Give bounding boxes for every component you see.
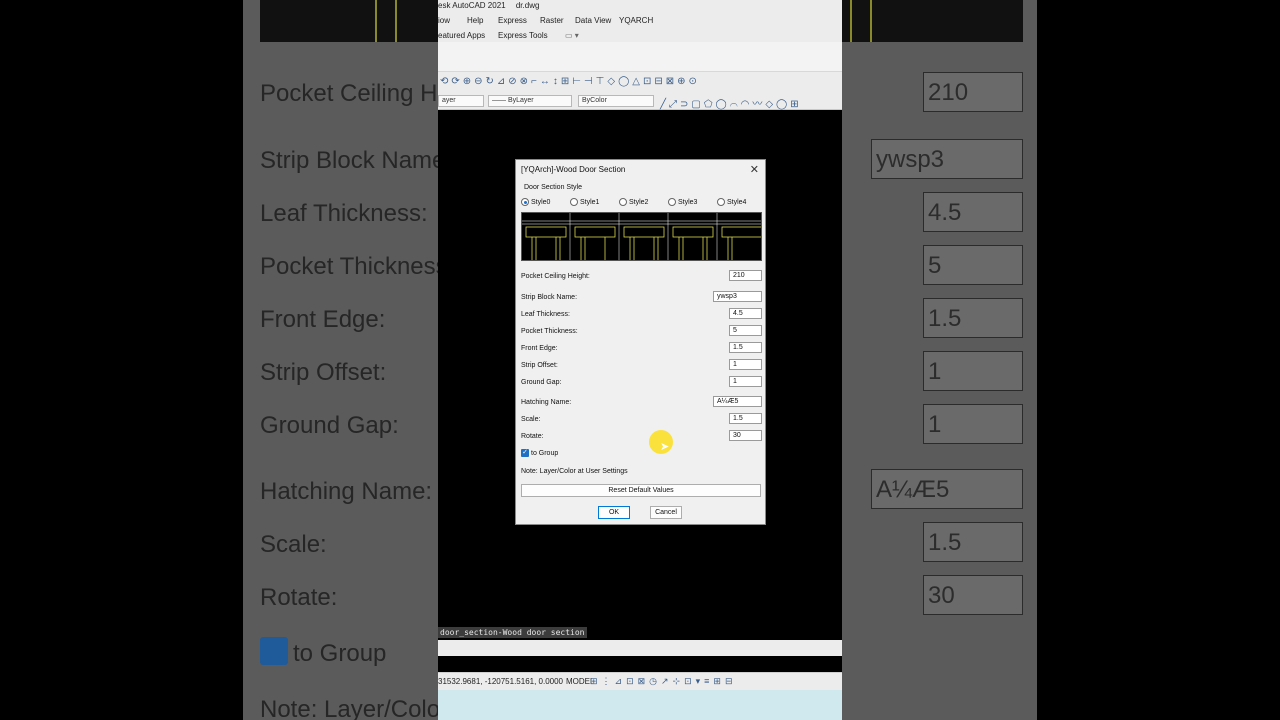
door-section-style-label: Door Section Style — [524, 184, 582, 191]
bg-checkbox — [260, 637, 288, 665]
pocket-ceiling-height-input[interactable]: 210 — [729, 270, 762, 281]
pocket-thickness-label: Pocket Thickness: — [521, 328, 578, 335]
style-preview-image — [521, 212, 762, 261]
strip-offset-input[interactable]: 1 — [729, 359, 762, 370]
menu-raster[interactable]: Raster — [540, 16, 564, 25]
bg-label: Leaf Thickness: — [260, 200, 428, 227]
ribbon-tabs: eatured Apps Express Tools ▭ ▾ — [438, 28, 842, 42]
draw-toolbar: ⟲⟳⊕⊖↻⊿⊘⊗⌐↔↕⊞⊢⊣⊤◇◯△⊡⊟⊠⊕⊙ — [438, 72, 842, 92]
cancel-button[interactable]: Cancel — [650, 506, 682, 519]
dialog-title: [YQArch]-Wood Door Section — [521, 165, 626, 174]
properties-toolbar: ayer —— ByLayer ByColor ╱⤢⊃▢⬠◯⌒◠〰◇◯⊞ — [438, 92, 842, 110]
bg-label: Strip Offset: — [260, 359, 387, 386]
reset-default-values-button[interactable]: Reset Default Values — [521, 484, 761, 497]
note-text: Note: Layer/Color at User Settings — [521, 468, 628, 475]
coordinates-readout: 31532.9681, -120751.5161, 0.0000 — [438, 677, 564, 686]
radio-style3[interactable]: Style3 — [668, 198, 697, 206]
bg-value: ywsp3 — [871, 139, 1023, 179]
to-group-checkbox[interactable]: ✓ to Group — [521, 449, 558, 457]
scale-input[interactable]: 1.5 — [729, 413, 762, 424]
tab-overflow-icon[interactable]: ▭ ▾ — [565, 31, 579, 40]
color-dropdown[interactable]: ByColor — [578, 95, 654, 107]
bg-value: 1 — [923, 351, 1023, 391]
bg-label: Note: Layer/Color — [260, 696, 449, 720]
radio-style2[interactable]: Style2 — [619, 198, 648, 206]
layer-dropdown[interactable]: ayer — [438, 95, 484, 107]
bg-value: 4.5 — [923, 192, 1023, 232]
check-icon: ✓ — [521, 449, 529, 457]
hatching-name-label: Hatching Name: — [521, 399, 572, 406]
to-group-label: to Group — [531, 449, 559, 457]
menu-help[interactable]: Help — [467, 16, 483, 25]
menu-data-view[interactable]: Data View — [575, 16, 611, 25]
close-icon[interactable]: ✕ — [750, 163, 759, 176]
taskbar-area — [438, 690, 842, 720]
bg-label: Scale: — [260, 531, 327, 558]
bg-value: 1.5 — [923, 298, 1023, 338]
ground-gap-label: Ground Gap: — [521, 379, 562, 386]
strip-offset-label: Strip Offset: — [521, 362, 558, 369]
tab-express-tools[interactable]: Express Tools — [498, 31, 548, 40]
mouse-cursor-icon: ➤ — [660, 441, 670, 453]
bg-label: Front Edge: — [260, 306, 386, 333]
status-icons[interactable]: ⊞⋮⊿⊡⊠◷↗⊹⊡▾≡⊞⊟ — [590, 676, 737, 687]
wood-door-section-dialog: [YQArch]-Wood Door Section ✕ Door Sectio… — [515, 159, 766, 525]
status-bar: 31532.9681, -120751.5161, 0.0000 MODEL ⊞… — [438, 672, 842, 690]
command-input[interactable] — [438, 640, 842, 656]
bg-label: to Group — [293, 640, 387, 667]
file-name: dr.dwg — [515, 1, 540, 10]
bg-value: 5 — [923, 245, 1023, 285]
leaf-thickness-input[interactable]: 4.5 — [729, 308, 762, 319]
ok-button[interactable]: OK — [598, 506, 630, 519]
bg-label: Pocket Thickness — [260, 253, 448, 280]
front-edge-label: Front Edge: — [521, 345, 558, 352]
command-echo: door_section-Wood door section — [438, 627, 587, 638]
strip-block-name-input[interactable]: ywsp3 — [713, 291, 762, 302]
ground-gap-input[interactable]: 1 — [729, 376, 762, 387]
radio-style4[interactable]: Style4 — [717, 198, 746, 206]
scale-label: Scale: — [521, 416, 541, 423]
tab-featured-apps[interactable]: eatured Apps — [438, 31, 485, 40]
bg-value: 1 — [923, 404, 1023, 444]
bg-label: Rotate: — [260, 584, 338, 611]
bg-value: 210 — [923, 72, 1023, 112]
leaf-thickness-label: Leaf Thickness: — [521, 311, 570, 318]
linetype-dropdown[interactable]: —— ByLayer — [488, 95, 572, 107]
bg-label: Ground Gap: — [260, 412, 399, 439]
bg-value: A¼Æ5 — [871, 469, 1023, 509]
toolbar-icons[interactable]: ⟲⟳⊕⊖↻⊿⊘⊗⌐↔↕⊞⊢⊣⊤◇◯△⊡⊟⊠⊕⊙ — [440, 76, 700, 87]
bg-label: Pocket Ceiling He — [260, 80, 451, 107]
title-bar: esk AutoCAD 2021 dr.dwg — [438, 0, 842, 13]
app-title: esk AutoCAD 2021 — [438, 1, 506, 10]
strip-block-name-label: Strip Block Name: — [521, 294, 578, 301]
rotate-input[interactable]: 30 — [729, 430, 762, 441]
bg-value: 30 — [923, 575, 1023, 615]
draw-icons[interactable]: ╱⤢⊃▢⬠◯⌒◠〰◇◯⊞ — [660, 95, 802, 110]
rotate-label: Rotate: — [521, 433, 544, 440]
pocket-ceiling-height-label: Pocket Ceiling Height: — [521, 273, 590, 280]
bg-value: 1.5 — [923, 522, 1023, 562]
hatching-name-input[interactable]: A¼Æ5 — [713, 396, 762, 407]
ribbon-panel — [438, 42, 842, 72]
bg-label: Hatching Name: — [260, 478, 433, 505]
bg-label: Strip Block Name: — [260, 147, 453, 174]
menu-bar: iow Help Express Raster Data View YQARCH — [438, 13, 842, 28]
radio-style0[interactable]: Style0 — [521, 198, 550, 206]
front-edge-input[interactable]: 1.5 — [729, 342, 762, 353]
pocket-thickness-input[interactable]: 5 — [729, 325, 762, 336]
menu-yqarch[interactable]: YQARCH — [619, 16, 653, 25]
menu-window[interactable]: iow — [438, 16, 450, 25]
menu-express[interactable]: Express — [498, 16, 527, 25]
radio-style1[interactable]: Style1 — [570, 198, 599, 206]
